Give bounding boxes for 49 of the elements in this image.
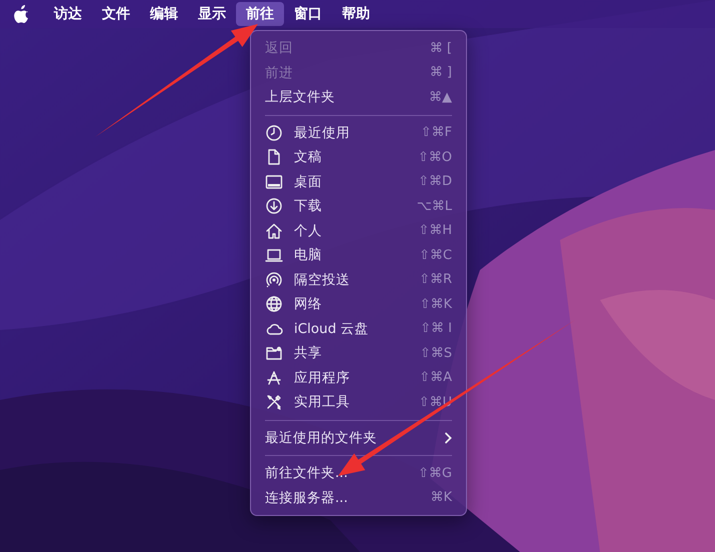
keyboard-shortcut: ⇧⌘H (418, 222, 452, 240)
keyboard-shortcut: ⇧⌘G (418, 464, 452, 482)
menu-item[interactable]: 连接服务器... (265, 488, 348, 508)
menu-bar-item[interactable]: 窗口 (284, 2, 332, 26)
house-icon (265, 222, 283, 240)
keyboard-shortcut: ⌘ [ (430, 40, 452, 58)
keyboard-shortcut: ⇧⌘ I (420, 320, 452, 338)
menu-item[interactable]: 应用程序 (294, 368, 350, 388)
menu-bar-item[interactable]: 显示 (188, 2, 236, 26)
app-store-icon (265, 368, 283, 387)
keyboard-shortcut: ⇧⌘A (419, 369, 452, 387)
menu-item[interactable]: 隔空投送 (294, 270, 350, 290)
keyboard-shortcut: ⇧⌘F (420, 124, 452, 142)
menu-item[interactable]: 前往文件夹... (265, 463, 348, 484)
keyboard-shortcut: ⇧⌘K (420, 296, 452, 314)
clock-icon (265, 124, 283, 142)
menu-item[interactable]: 最近使用的文件夹 (265, 428, 377, 448)
menu-item[interactable]: iCloud 云盘 (294, 318, 369, 339)
keyboard-shortcut: ⌥⌘L (416, 198, 452, 216)
menu-item[interactable]: 文稿 (294, 147, 322, 168)
keyboard-shortcut: ⇧⌘C (419, 246, 452, 264)
menu-item[interactable]: 实用工具 (294, 392, 350, 412)
keyboard-shortcut: ⌘ ] (430, 64, 452, 82)
tools-icon (265, 393, 283, 412)
keyboard-shortcut: ⇧⌘D (418, 173, 452, 191)
menu-bar-item[interactable]: 文件 (92, 2, 140, 26)
keyboard-shortcut: ⌘▲ (429, 88, 452, 106)
menu-item[interactable]: 共享 (294, 343, 322, 364)
folder-icon (265, 344, 283, 362)
menu-bar-item[interactable]: 访达 (44, 2, 92, 26)
menu-bar-item[interactable]: 编辑 (140, 2, 188, 26)
menu-item[interactable]: 下载 (294, 196, 322, 216)
download-icon (265, 197, 283, 216)
menu-item[interactable]: 个人 (294, 220, 322, 241)
desktop-icon (265, 172, 283, 191)
keyboard-shortcut: ⌘K (430, 489, 452, 507)
keyboard-shortcut: ⇧⌘S (420, 344, 452, 362)
menu-item[interactable]: 上层文件夹 (265, 87, 335, 108)
menu-item[interactable]: 最近使用 (294, 122, 350, 143)
menu-item[interactable]: 网络 (294, 294, 322, 314)
menu-bar-item[interactable]: 帮助 (332, 2, 380, 26)
menu-bar-item[interactable]: 前往 (236, 2, 284, 26)
keyboard-shortcut: ⇧⌘O (418, 148, 452, 166)
airdrop-icon (265, 270, 283, 289)
apple-logo-icon[interactable] (14, 5, 30, 23)
menu-item[interactable]: 电脑 (294, 245, 322, 266)
keyboard-shortcut: ⇧⌘R (419, 271, 452, 289)
menu-item[interactable]: 桌面 (294, 172, 322, 192)
globe-icon (265, 295, 283, 314)
